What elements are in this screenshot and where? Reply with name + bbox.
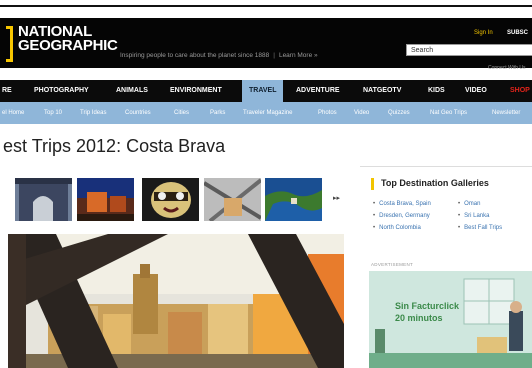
sidebar-link-costa-brava[interactable]: Costa Brava, Spain (373, 198, 431, 210)
nav-item-photography[interactable]: PHOTOGRAPHY (34, 80, 89, 102)
subnav-photos[interactable]: Photos (318, 102, 337, 124)
sidebar-list-left: Costa Brava, Spain Dresden, Germany Nort… (373, 198, 431, 234)
sidebar-accent-bar (371, 178, 374, 190)
sidebar-link-north-colombia[interactable]: North Colombia (373, 222, 431, 234)
sign-in-link[interactable]: Sign In (474, 30, 493, 36)
subnav-parks[interactable]: Parks (210, 102, 225, 124)
sidebar-title: Top Destination Galleries (381, 178, 489, 188)
top-rule (0, 5, 532, 7)
thumbnail-night-building[interactable] (77, 178, 134, 221)
yellow-border-logo-icon[interactable] (6, 26, 13, 62)
sidebar-list-right: Oman Sri Lanka Best Fall Trips (458, 198, 502, 234)
nav-item-home[interactable]: RE (2, 80, 12, 102)
site-logo[interactable]: NATIONAL GEOGRAPHIC (18, 24, 118, 54)
gallery-next-arrow-icon[interactable]: ▸▸ (333, 194, 340, 202)
thumbnail-carnival-mask[interactable] (142, 178, 199, 221)
nav-item-travel[interactable]: TRAVEL (242, 80, 284, 102)
nav-item-kids[interactable]: KIDS (428, 80, 445, 102)
page-title: est Trips 2012: Costa Brava (3, 136, 226, 156)
nav-item-shop[interactable]: SHOP (510, 80, 530, 102)
advertisement-label: ADVERTISEMENT (371, 262, 414, 267)
ad-headline: Sin Facturclick (395, 301, 460, 311)
subnav-top-10[interactable]: Top 10 (44, 102, 62, 124)
learn-more-link[interactable]: Learn More » (279, 52, 318, 59)
ad-subheadline: 20 minutos (395, 313, 443, 323)
subnav-travel-home[interactable]: el Home (2, 102, 24, 124)
subnav-video[interactable]: Video (354, 102, 369, 124)
logo-line2: GEOGRAPHIC (18, 37, 118, 54)
sidebar-link-best-fall-trips[interactable]: Best Fall Trips (458, 222, 502, 234)
advertisement-banner[interactable]: Sin Facturclick 20 minutos (369, 271, 532, 368)
subnav-countries[interactable]: Countries (125, 102, 151, 124)
main-nav: RE PHOTOGRAPHY ANIMALS ENVIRONMENT TRAVE… (0, 80, 532, 102)
subnav-traveler-magazine[interactable]: Traveler Magazine (243, 102, 292, 124)
search-input[interactable]: Search (406, 44, 532, 56)
thumbnail-archway[interactable] (15, 178, 72, 221)
main-photo[interactable] (8, 234, 344, 368)
subnav-trip-ideas[interactable]: Trip Ideas (80, 102, 106, 124)
sidebar-link-oman[interactable]: Oman (458, 198, 502, 210)
nav-item-adventure[interactable]: ADVENTURE (296, 80, 340, 102)
tagline: Inspiring people to care about the plane… (120, 52, 318, 59)
nav-item-environment[interactable]: ENVIRONMENT (170, 80, 222, 102)
subnav-quizzes[interactable]: Quizzes (388, 102, 410, 124)
subscribe-link[interactable]: SUBSC (507, 30, 528, 36)
nav-item-animals[interactable]: ANIMALS (116, 80, 148, 102)
nav-item-video[interactable]: VIDEO (465, 80, 487, 102)
thumbnail-bridge-structure[interactable] (204, 178, 261, 221)
nav-item-natgeotv[interactable]: NATGEOTV (363, 80, 401, 102)
sidebar-link-dresden[interactable]: Dresden, Germany (373, 210, 431, 222)
tagline-text: Inspiring people to care about the plane… (120, 52, 270, 59)
sub-nav: el Home Top 10 Trip Ideas Countries Citi… (0, 102, 532, 124)
sidebar-link-sri-lanka[interactable]: Sri Lanka (458, 210, 502, 222)
site-header: NATIONAL GEOGRAPHIC Inspiring people to … (0, 18, 532, 71)
subnav-newsletters[interactable]: Newsletter (492, 102, 520, 124)
connect-with-us[interactable]: Connect With Us (488, 65, 526, 71)
subnav-cities[interactable]: Cities (174, 102, 189, 124)
thumbnail-coastline[interactable] (265, 178, 322, 221)
subnav-nat-geo-trips[interactable]: Nat Geo Trips (430, 102, 467, 124)
